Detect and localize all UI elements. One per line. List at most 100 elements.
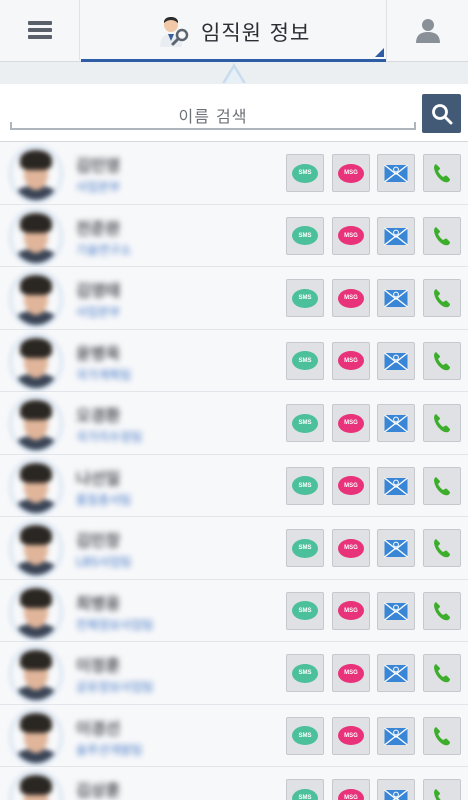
email-button[interactable] bbox=[377, 154, 415, 192]
email-icon bbox=[384, 789, 408, 800]
email-button[interactable] bbox=[377, 216, 415, 255]
contact-department: LBS사업팀 bbox=[76, 555, 132, 569]
contact-row[interactable]: 이정훈 공유정보사업팀 SMS MSG bbox=[0, 642, 468, 705]
call-button[interactable] bbox=[423, 341, 461, 380]
msg-icon: MSG bbox=[338, 163, 364, 183]
avatar bbox=[12, 148, 60, 200]
avatar bbox=[12, 398, 60, 450]
msg-button[interactable]: MSG bbox=[332, 404, 370, 442]
msg-button[interactable]: MSG bbox=[332, 216, 370, 255]
contact-name: 윤병욱 bbox=[76, 343, 121, 363]
msg-button[interactable]: MSG bbox=[332, 341, 370, 380]
contact-name: 전준완 bbox=[76, 218, 121, 238]
contact-row[interactable]: 최병웅 전체정보사업팀 SMS MSG bbox=[0, 579, 468, 642]
sms-button[interactable]: SMS bbox=[286, 779, 324, 800]
msg-button[interactable]: MSG bbox=[332, 529, 370, 567]
sms-button[interactable]: SMS bbox=[286, 716, 324, 755]
call-button[interactable] bbox=[423, 779, 461, 800]
contact-row[interactable]: 오경환 국가지수정팀 SMS MSG bbox=[0, 392, 468, 455]
msg-icon: MSG bbox=[338, 288, 364, 308]
contact-row[interactable]: 김민창 LBS사업팀 SMS MSG bbox=[0, 517, 468, 580]
msg-label: MSG bbox=[344, 170, 358, 176]
contact-row[interactable]: 김민영 사업본부 SMS MSG bbox=[0, 142, 468, 205]
call-button[interactable] bbox=[423, 404, 461, 442]
sms-label: SMS bbox=[298, 607, 312, 614]
msg-label: MSG bbox=[344, 670, 358, 676]
msg-icon: MSG bbox=[338, 476, 364, 495]
avatar bbox=[12, 273, 60, 325]
title-tab[interactable]: 임직원 정보 bbox=[81, 0, 386, 62]
contact-row[interactable]: 윤병욱 국가계획팀 SMS MSG bbox=[0, 329, 468, 392]
email-button[interactable] bbox=[377, 529, 415, 567]
menu-button[interactable] bbox=[0, 0, 80, 60]
sms-label: SMS bbox=[298, 732, 312, 739]
msg-label: MSG bbox=[344, 482, 358, 489]
contact-row[interactable]: 김영태 사업본부 SMS MSG bbox=[0, 267, 468, 330]
email-icon bbox=[384, 726, 408, 746]
msg-button[interactable]: MSG bbox=[332, 779, 370, 800]
contact-name: 김민영 bbox=[76, 156, 121, 175]
call-button[interactable] bbox=[423, 279, 461, 317]
contact-department: 기술연구소 bbox=[76, 242, 132, 257]
email-icon bbox=[384, 289, 408, 308]
email-button[interactable] bbox=[377, 341, 415, 380]
avatar bbox=[12, 648, 60, 700]
msg-icon: MSG bbox=[338, 351, 364, 370]
contact-department: 솔루션개발팀 bbox=[76, 742, 143, 757]
email-button[interactable] bbox=[377, 779, 415, 800]
msg-button[interactable]: MSG bbox=[332, 279, 370, 317]
search-button[interactable] bbox=[422, 94, 461, 133]
search-placeholder: 이름 검색 bbox=[178, 107, 248, 126]
sms-label: SMS bbox=[298, 482, 312, 489]
msg-icon: MSG bbox=[338, 601, 364, 620]
contact-name: 이경선 bbox=[76, 718, 121, 738]
sms-label: SMS bbox=[298, 170, 312, 176]
contact-name: 김상훈 bbox=[76, 781, 121, 800]
email-button[interactable] bbox=[377, 591, 415, 630]
sms-button[interactable]: SMS bbox=[286, 404, 324, 442]
avatar bbox=[12, 586, 60, 638]
email-button[interactable] bbox=[377, 404, 415, 442]
email-button[interactable] bbox=[377, 279, 415, 317]
contact-row[interactable]: 김상훈 SMS MSG bbox=[0, 767, 468, 800]
hamburger-menu-icon bbox=[27, 21, 52, 39]
phone-icon bbox=[434, 476, 450, 495]
msg-button[interactable]: MSG bbox=[332, 154, 370, 192]
contact-row[interactable]: 이경선 솔루션개발팀 SMS MSG bbox=[0, 704, 468, 767]
sms-button[interactable]: SMS bbox=[286, 154, 324, 192]
sms-label: SMS bbox=[298, 357, 312, 364]
call-button[interactable] bbox=[423, 716, 461, 755]
call-button[interactable] bbox=[423, 466, 461, 505]
email-button[interactable] bbox=[377, 654, 415, 692]
call-button[interactable] bbox=[423, 591, 461, 630]
name-search-input[interactable]: 이름 검색 bbox=[10, 100, 416, 130]
sms-icon: SMS bbox=[292, 413, 318, 433]
sms-button[interactable]: SMS bbox=[286, 466, 324, 505]
avatar bbox=[12, 773, 60, 800]
sms-button[interactable]: SMS bbox=[286, 279, 324, 317]
contact-row[interactable]: 전준완 기술연구소 SMS MSG bbox=[0, 204, 468, 267]
call-button[interactable] bbox=[423, 216, 461, 255]
email-button[interactable] bbox=[377, 466, 415, 505]
sms-button[interactable]: SMS bbox=[286, 529, 324, 567]
search-bar: 이름 검색 bbox=[0, 84, 468, 142]
msg-button[interactable]: MSG bbox=[332, 654, 370, 692]
profile-button[interactable] bbox=[386, 0, 468, 60]
sms-icon: SMS bbox=[292, 226, 318, 245]
msg-label: MSG bbox=[344, 607, 358, 614]
email-button[interactable] bbox=[377, 716, 415, 755]
email-icon bbox=[384, 539, 408, 558]
contact-row[interactable]: 나선일 품질총서팀 SMS MSG bbox=[0, 454, 468, 517]
sms-button[interactable]: SMS bbox=[286, 216, 324, 255]
call-button[interactable] bbox=[423, 154, 461, 192]
sms-button[interactable]: SMS bbox=[286, 591, 324, 630]
sms-button[interactable]: SMS bbox=[286, 341, 324, 380]
sms-button[interactable]: SMS bbox=[286, 654, 324, 692]
call-button[interactable] bbox=[423, 654, 461, 692]
msg-button[interactable]: MSG bbox=[332, 716, 370, 755]
msg-button[interactable]: MSG bbox=[332, 591, 370, 630]
msg-button[interactable]: MSG bbox=[332, 466, 370, 505]
call-button[interactable] bbox=[423, 529, 461, 567]
contact-name: 김영태 bbox=[76, 281, 121, 300]
contact-name: 오경환 bbox=[76, 406, 121, 425]
